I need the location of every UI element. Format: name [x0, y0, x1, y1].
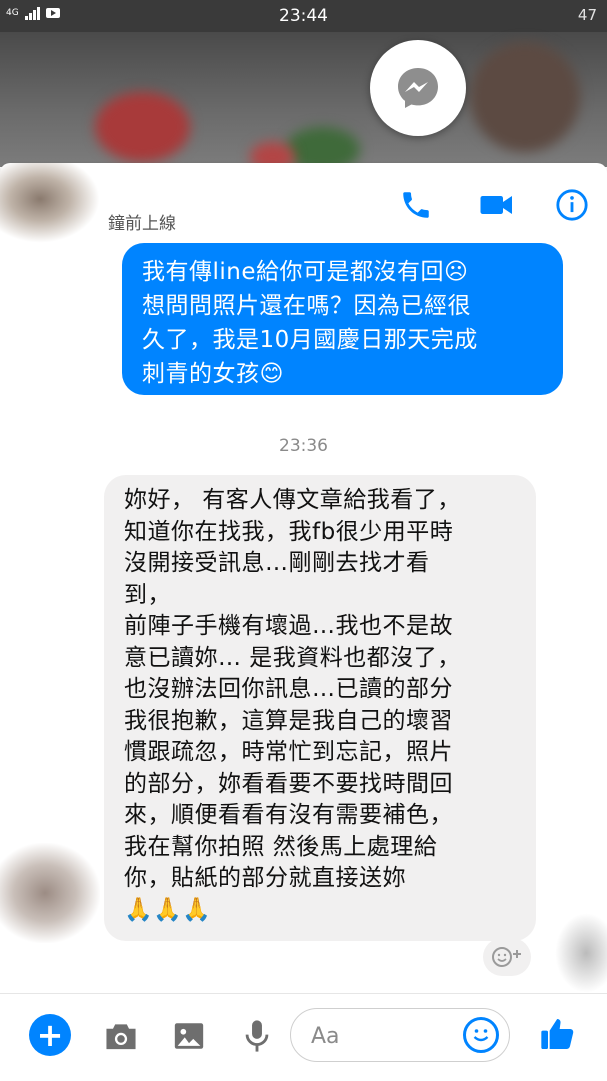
- message-timestamp: 23:36: [279, 436, 328, 456]
- message-line: 慣跟疏忽，時常忙到忘記，照片: [124, 739, 453, 765]
- thumbs-up-icon: [541, 1019, 574, 1049]
- message-line: 刺青的女孩😊: [142, 361, 284, 387]
- message-line: 也沒辦法回你訊息…已讀的部分: [124, 676, 453, 702]
- emoji-icon: [473, 1029, 489, 1042]
- message-line: 沒開接受訊息…剛剛去找才看: [124, 550, 430, 576]
- video-camera-icon: [480, 196, 512, 214]
- microphone-icon: [245, 1020, 269, 1052]
- message-line: 到，: [124, 581, 171, 608]
- message-line: 我在幫你拍照 然後馬上處理給: [124, 833, 438, 860]
- info-icon: [556, 189, 588, 221]
- messenger-chat-head[interactable]: [370, 40, 466, 136]
- status-bar: 4G 23:44 47: [0, 0, 607, 32]
- message-line: 的部分，妳看看要不要找時間回: [124, 770, 453, 797]
- read-receipt-avatar: [555, 913, 607, 993]
- message-line: 🙏🙏🙏: [124, 896, 212, 923]
- camera-icon: [106, 1024, 136, 1050]
- battery-level: 47: [577, 6, 597, 24]
- message-input[interactable]: [309, 1019, 453, 1053]
- voice-call-button[interactable]: [398, 187, 434, 223]
- voice-message-button[interactable]: [239, 1018, 275, 1054]
- conversation-header: 鐘前上線: [0, 163, 607, 243]
- conversation-info-button[interactable]: [554, 187, 590, 223]
- message-line: 我有傳line給你可是都沒有回☹: [142, 259, 469, 285]
- phone-icon: [403, 192, 429, 218]
- conversation-background: [0, 32, 607, 172]
- like-button[interactable]: [538, 1014, 578, 1054]
- message-line: 妳好， 有客人傳文章給我看了，: [124, 487, 461, 513]
- message-line: 你，貼紙的部分就直接送妳: [124, 865, 406, 891]
- incoming-message-bubble[interactable]: 妳好， 有客人傳文章給我看了， 知道你在找我，我fb很少用平時 沒開接受訊息…剛…: [104, 475, 536, 941]
- background-blur-red: [95, 92, 190, 162]
- outgoing-message-bubble[interactable]: 我有傳line給你可是都沒有回☹ 想問問照片還在嗎？因為已經很 久了，我是10月…: [122, 243, 563, 395]
- message-line: 意已讀妳… 是我資料也都沒了，: [124, 644, 461, 671]
- message-input-container[interactable]: [290, 1008, 510, 1062]
- video-call-button[interactable]: [479, 187, 515, 223]
- add-reaction-button[interactable]: [483, 938, 531, 976]
- message-line: 來，順便看看有沒有需要補色，: [124, 802, 453, 828]
- message-line: 前陣子手機有壞過…我也不是故: [124, 613, 453, 639]
- more-actions-button[interactable]: +: [29, 1014, 71, 1056]
- emoji-add-icon: [492, 947, 521, 967]
- message-line: 知道你在找我，我fb很少用平時: [124, 518, 454, 545]
- message-line: 久了，我是10月國慶日那天完成: [142, 327, 478, 353]
- active-status: 鐘前上線: [108, 214, 176, 234]
- messenger-icon: [398, 68, 438, 108]
- sender-avatar[interactable]: [0, 843, 100, 943]
- plus-icon: +: [36, 1016, 64, 1054]
- message-list[interactable]: 我有傳line給你可是都沒有回☹ 想問問照片還在嗎？因為已經很 久了，我是10月…: [0, 243, 607, 993]
- message-composer: +: [0, 993, 607, 1081]
- camera-button[interactable]: [103, 1018, 139, 1054]
- status-time: 23:44: [279, 6, 328, 26]
- message-line: 我很抱歉，這算是我自己的壞習: [124, 707, 453, 734]
- image-icon: [174, 1023, 204, 1049]
- contact-avatar[interactable]: [0, 163, 100, 243]
- background-blur-figure: [470, 42, 580, 152]
- gallery-button[interactable]: [171, 1018, 207, 1054]
- message-line: 想問問照片還在嗎？因為已經很: [142, 293, 471, 319]
- emoji-button[interactable]: [463, 1017, 499, 1053]
